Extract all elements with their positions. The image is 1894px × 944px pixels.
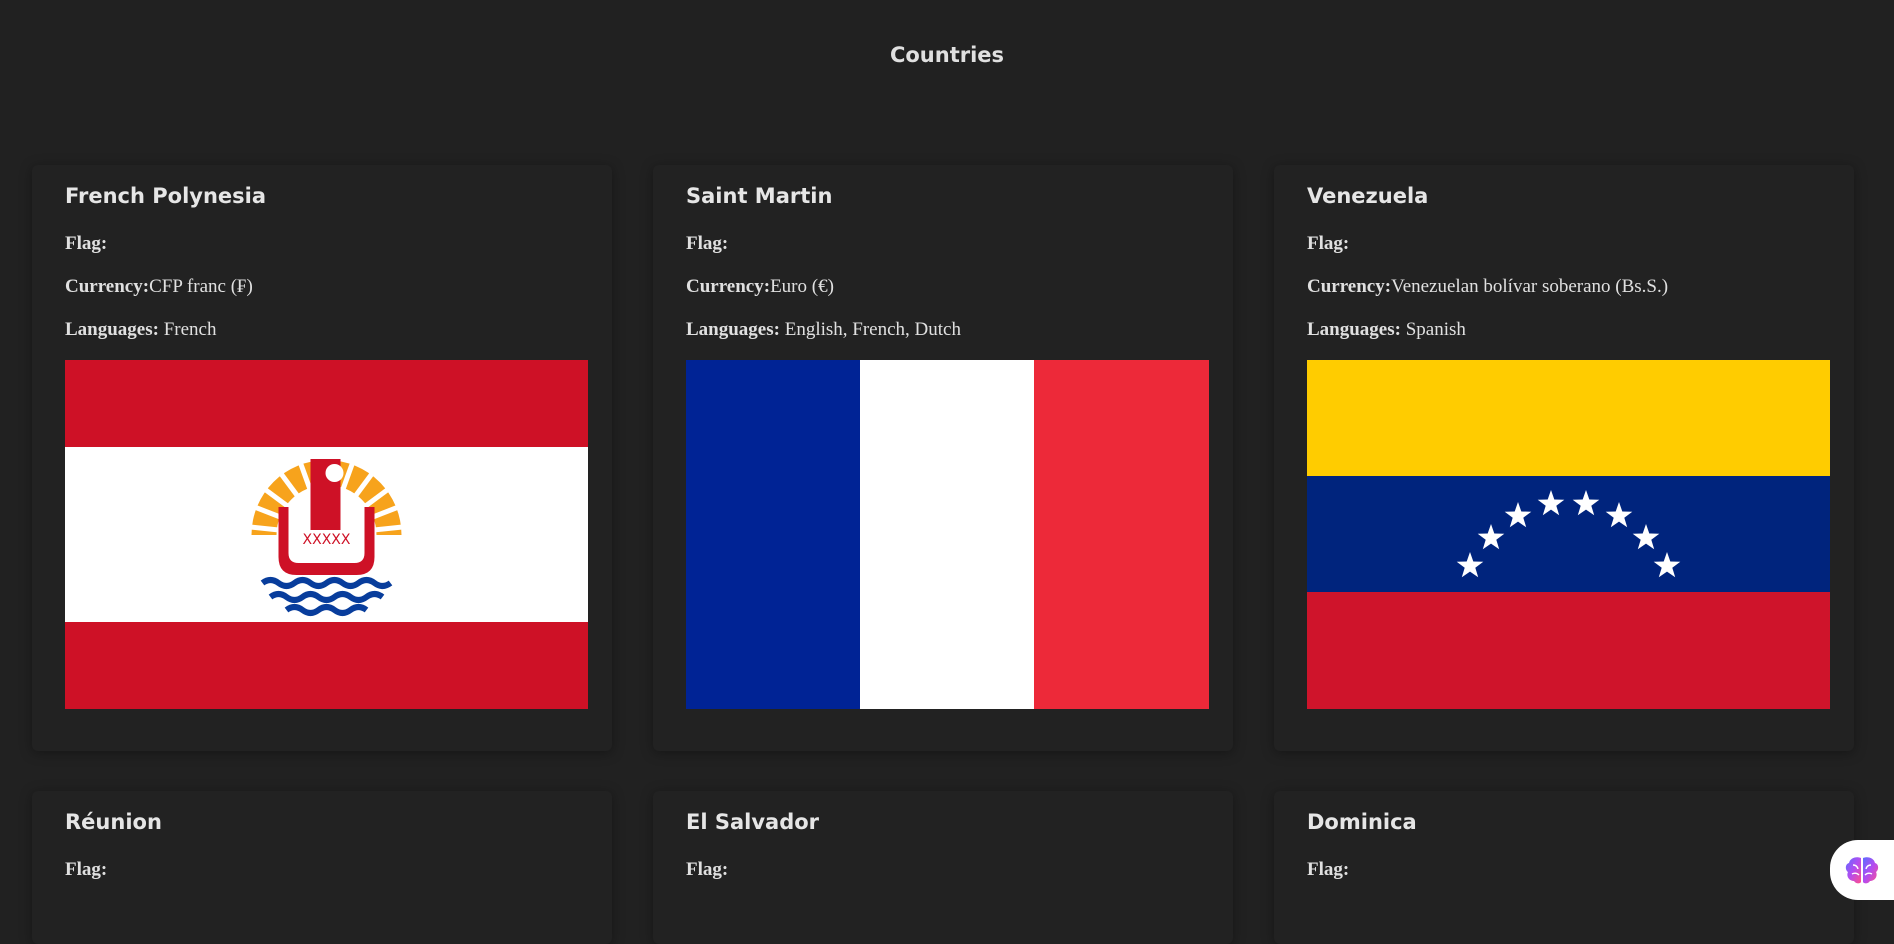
- country-card: French Polynesia Flag: Currency:CFP fran…: [32, 165, 612, 751]
- currency-row: Currency:CFP franc (₣): [65, 276, 579, 298]
- currency-row: Currency:Euro (€): [686, 276, 1200, 298]
- assistant-button[interactable]: [1830, 840, 1894, 900]
- venezuela-flag: [1307, 360, 1830, 709]
- languages-label: Languages:: [65, 319, 159, 340]
- flag-row: Flag:: [65, 859, 579, 881]
- currency-label: Currency:: [65, 276, 150, 297]
- flag-label: Flag:: [65, 233, 108, 254]
- currency-value: CFP franc (₣): [149, 276, 253, 297]
- languages-row: Languages: Spanish: [1307, 319, 1821, 341]
- languages-label: Languages:: [1307, 319, 1401, 340]
- country-name: El Salvador: [686, 810, 820, 834]
- languages-value: English, French, Dutch: [784, 319, 961, 340]
- french-polynesia-flag: XXXXX: [65, 360, 588, 709]
- currency-label: Currency:: [1307, 276, 1392, 297]
- languages-value: Spanish: [1405, 319, 1466, 340]
- flag-row: Flag:: [65, 233, 579, 255]
- french-polynesia-flag-image: XXXXX: [65, 360, 588, 709]
- country-name: Dominica: [1307, 810, 1417, 834]
- languages-row: Languages: French: [65, 319, 579, 341]
- flag-row: Flag:: [686, 859, 1200, 881]
- country-card: Venezuela Flag: Currency:Venezuelan bolí…: [1274, 165, 1854, 751]
- languages-label: Languages:: [686, 319, 780, 340]
- languages-value: French: [163, 319, 217, 340]
- svg-text:XXXXX: XXXXX: [303, 532, 351, 548]
- flag-label: Flag:: [1307, 859, 1350, 880]
- flag-label: Flag:: [1307, 233, 1350, 254]
- saint-martin-flag-image: [686, 360, 1209, 709]
- flag-label: Flag:: [65, 859, 108, 880]
- flag-row: Flag:: [1307, 859, 1821, 881]
- currency-label: Currency:: [686, 276, 771, 297]
- country-card: Saint Martin Flag: Currency:Euro (€) Lan…: [653, 165, 1233, 751]
- venezuela-flag-image: [1307, 360, 1830, 709]
- languages-row: Languages: English, French, Dutch: [686, 319, 1200, 341]
- france-tricolor-flag: [686, 360, 1209, 709]
- country-card: El Salvador Flag:: [653, 791, 1233, 944]
- country-name: French Polynesia: [65, 184, 267, 208]
- country-name: Venezuela: [1307, 184, 1429, 208]
- currency-value: Venezuelan bolívar soberano (Bs.S.): [1391, 276, 1669, 297]
- currency-row: Currency:Venezuelan bolívar soberano (Bs…: [1307, 276, 1821, 298]
- currency-value: Euro (€): [770, 276, 834, 297]
- country-card: Dominica Flag:: [1274, 791, 1854, 944]
- flag-row: Flag:: [686, 233, 1200, 255]
- flag-label: Flag:: [686, 233, 729, 254]
- country-name: Réunion: [65, 810, 162, 834]
- country-name: Saint Martin: [686, 184, 833, 208]
- brain-icon: [1845, 857, 1879, 884]
- country-card: Réunion Flag:: [32, 791, 612, 944]
- flag-row: Flag:: [1307, 233, 1821, 255]
- flag-label: Flag:: [686, 859, 729, 880]
- page-title: Countries: [889, 43, 1005, 67]
- country-grid: French Polynesia Flag: Currency:CFP fran…: [32, 165, 1854, 944]
